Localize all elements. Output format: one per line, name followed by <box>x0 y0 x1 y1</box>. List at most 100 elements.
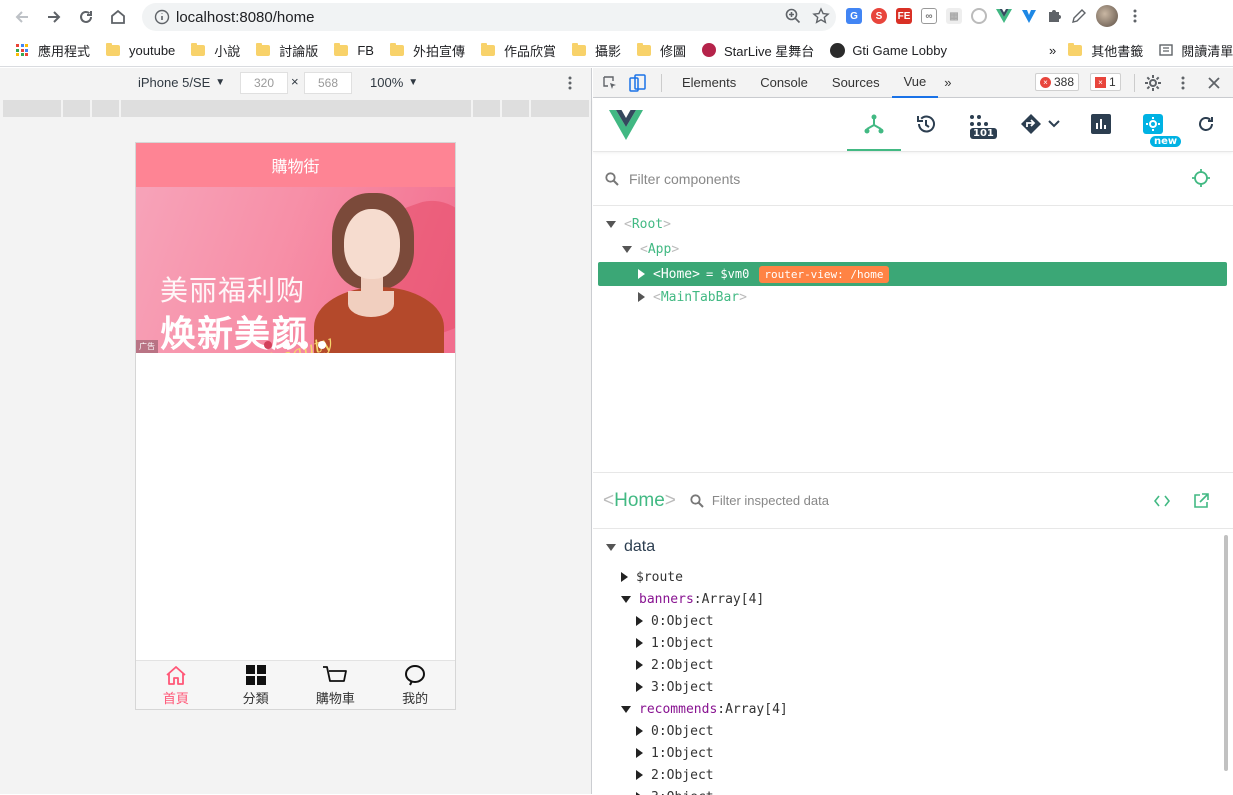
bookmark-forum[interactable]: 討論版 <box>248 38 326 62</box>
zoom-select[interactable]: 100% ▼ <box>370 75 418 90</box>
device-menu-icon[interactable] <box>563 75 577 91</box>
width-input[interactable]: 320 <box>240 72 288 94</box>
back-button[interactable] <box>6 1 38 33</box>
expand-arrow-icon[interactable] <box>636 770 643 780</box>
s-extension-icon[interactable]: S <box>871 8 887 24</box>
router-tab[interactable] <box>1019 112 1043 136</box>
expand-arrow-icon[interactable] <box>606 544 616 551</box>
data-row[interactable]: 2: Object <box>636 764 714 786</box>
edit-icon[interactable] <box>1071 8 1087 24</box>
data-section-header[interactable]: data <box>606 536 655 558</box>
expand-arrow-icon[interactable] <box>636 748 643 758</box>
address-bar[interactable]: localhost:8080/home <box>142 3 836 31</box>
expand-arrow-icon[interactable] <box>636 660 643 670</box>
kebab-menu-icon[interactable] <box>1127 8 1143 24</box>
data-row[interactable]: 0: Object <box>636 610 714 632</box>
tab-elements[interactable]: Elements <box>670 68 748 98</box>
expand-arrow-icon[interactable] <box>636 616 643 626</box>
expand-arrow-icon[interactable] <box>622 246 632 253</box>
crosshair-icon[interactable] <box>1192 169 1210 187</box>
data-row[interactable]: 1: Object <box>636 742 714 764</box>
data-row[interactable]: 1: Object <box>636 632 714 654</box>
expand-arrow-icon[interactable] <box>636 726 643 736</box>
performance-tab[interactable] <box>1089 112 1113 136</box>
circle-extension-icon[interactable] <box>971 8 987 24</box>
settings-tab[interactable] <box>1141 112 1165 136</box>
bookmark-youtube[interactable]: youtube <box>98 38 183 62</box>
puzzle-icon[interactable] <box>1046 8 1062 24</box>
bookmark-apps[interactable]: 應用程式 <box>0 38 98 62</box>
device-toggle-icon[interactable] <box>629 74 647 92</box>
tab-profile[interactable]: 我的 <box>375 661 455 709</box>
grid-extension-icon[interactable]: ▦ <box>946 8 962 24</box>
bookmark-photo[interactable]: 攝影 <box>564 38 629 62</box>
carousel-dot[interactable] <box>300 341 308 349</box>
tree-node-home[interactable]: <Home> = $vm0 router-view: /home <box>598 262 1227 286</box>
expand-arrow-icon[interactable] <box>636 638 643 648</box>
carousel-dot[interactable] <box>282 341 290 349</box>
tree-node-maintabbar[interactable]: <MainTabBar> <box>638 286 747 308</box>
expand-arrow-icon[interactable] <box>606 221 616 228</box>
data-row[interactable]: recommends: Array[4] <box>621 698 788 720</box>
warning-count-badge[interactable]: × 1 <box>1090 73 1121 91</box>
settings-gear-icon[interactable] <box>1144 74 1162 92</box>
bookmarks-more-button[interactable]: » <box>1041 38 1064 62</box>
bookmark-novel[interactable]: 小說 <box>183 38 248 62</box>
error-count-badge[interactable]: × 388 <box>1035 73 1079 91</box>
data-row[interactable]: 2: Object <box>636 654 714 676</box>
close-icon[interactable] <box>1207 76 1221 90</box>
data-row[interactable]: banners: Array[4] <box>621 588 764 610</box>
components-tab[interactable] <box>862 112 886 136</box>
other-bookmarks[interactable]: 其他書籤 <box>1064 38 1151 62</box>
banner-carousel[interactable]: 美丽福利购 焕新美颜 beauty 广告 <box>136 187 455 353</box>
data-row[interactable]: $route <box>621 566 683 588</box>
carousel-dot[interactable] <box>318 341 326 349</box>
tab-vue[interactable]: Vue <box>892 68 939 98</box>
star-icon[interactable] <box>812 7 830 25</box>
zoom-icon[interactable] <box>784 7 802 25</box>
bookmark-starlive[interactable]: StarLive 星舞台 <box>694 38 822 62</box>
bookmark-gti[interactable]: Gti Game Lobby <box>822 38 955 62</box>
home-button[interactable] <box>102 1 134 33</box>
tab-console[interactable]: Console <box>748 68 820 98</box>
bookmark-promo[interactable]: 外拍宣傳 <box>382 38 473 62</box>
refresh-button[interactable] <box>1194 112 1218 136</box>
device-select[interactable]: iPhone 5/SE ▼ <box>138 75 225 90</box>
tab-cart[interactable]: 購物車 <box>296 661 376 709</box>
google-translate-icon[interactable]: G <box>846 8 862 24</box>
expand-arrow-icon[interactable] <box>621 572 628 582</box>
reload-button[interactable] <box>70 1 102 33</box>
inspect-filter-input[interactable]: Filter inspected data <box>712 493 829 508</box>
carousel-dot[interactable] <box>264 341 272 349</box>
info-icon[interactable] <box>154 9 170 25</box>
code-icon[interactable] <box>1154 494 1170 508</box>
expand-arrow-icon[interactable] <box>636 682 643 692</box>
tree-node-root[interactable]: <Root> <box>606 213 671 235</box>
timeline-tab[interactable] <box>914 112 938 136</box>
more-tabs-button[interactable]: » <box>938 68 957 98</box>
data-row[interactable]: 0: Object <box>636 720 714 742</box>
fe-extension-icon[interactable]: FE <box>896 8 912 24</box>
url-text[interactable]: localhost:8080/home <box>176 9 314 26</box>
bookmark-fb[interactable]: FB <box>326 38 382 62</box>
scrollbar[interactable] <box>1224 535 1228 771</box>
vue-devtools-icon[interactable] <box>996 8 1012 24</box>
chevron-down-icon[interactable] <box>1048 119 1060 129</box>
bookmark-works[interactable]: 作品欣賞 <box>473 38 564 62</box>
open-external-icon[interactable] <box>1193 493 1209 509</box>
expand-arrow-icon[interactable] <box>621 706 631 713</box>
tab-sources[interactable]: Sources <box>820 68 892 98</box>
link-extension-icon[interactable]: ∞ <box>921 8 937 24</box>
reading-list[interactable]: 閱讀清單 <box>1151 38 1233 62</box>
height-input[interactable]: 568 <box>304 72 352 94</box>
forward-button[interactable] <box>38 1 70 33</box>
expand-arrow-icon[interactable] <box>638 269 645 279</box>
v-extension-icon[interactable] <box>1021 8 1037 24</box>
tab-category[interactable]: 分類 <box>216 661 296 709</box>
avatar[interactable] <box>1096 5 1118 27</box>
expand-arrow-icon[interactable] <box>638 292 645 302</box>
media-query-ruler[interactable] <box>3 100 589 117</box>
inspect-element-icon[interactable] <box>602 75 618 91</box>
devtools-menu-icon[interactable] <box>1176 75 1190 91</box>
bookmark-retouch[interactable]: 修圖 <box>629 38 694 62</box>
